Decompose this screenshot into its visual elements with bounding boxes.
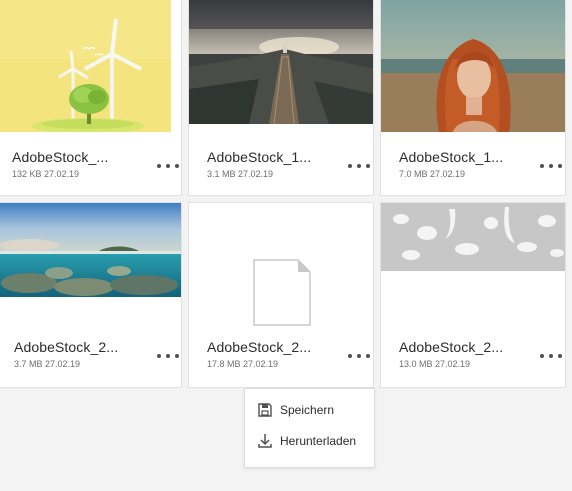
coastal-path-lighthouse-photo (189, 0, 373, 124)
save-icon (256, 401, 274, 419)
asset-card[interactable]: AdobeStock_1... 3.1 MB 27.02.19 (188, 0, 374, 196)
menu-item-save[interactable]: Speichern (245, 396, 374, 424)
asset-name[interactable]: AdobeStock_2... (207, 339, 311, 355)
generic-file-icon (253, 259, 311, 326)
red-haired-woman-portrait (381, 0, 565, 132)
asset-card[interactable]: AdobeStock_2... 13.0 MB 27.02.19 (380, 202, 566, 388)
coral-reef-panorama (0, 203, 181, 297)
milk-splash-set (381, 203, 565, 271)
asset-meta: 7.0 MB 27.02.19 (399, 169, 466, 179)
asset-thumbnail[interactable] (189, 203, 373, 328)
asset-meta: 17.8 MB 27.02.19 (207, 359, 279, 369)
more-options-icon[interactable] (157, 160, 179, 172)
wind-turbines-tree-illustration (0, 0, 181, 132)
asset-meta: 132 KB 27.02.19 (12, 169, 80, 179)
asset-name[interactable]: AdobeStock_... (12, 149, 108, 165)
more-options-icon[interactable] (348, 350, 370, 362)
asset-meta: 3.1 MB 27.02.19 (207, 169, 274, 179)
menu-item-download[interactable]: Herunterladen (245, 427, 374, 455)
asset-card[interactable]: AdobeStock_2... 17.8 MB 27.02.19 (188, 202, 374, 388)
download-icon (256, 432, 274, 450)
asset-name[interactable]: AdobeStock_1... (399, 149, 503, 165)
asset-thumbnail[interactable] (381, 203, 565, 271)
menu-item-label: Speichern (280, 403, 335, 417)
context-menu: Speichern Herunterladen (244, 388, 375, 468)
more-options-icon[interactable] (348, 160, 370, 172)
asset-card[interactable]: AdobeStock_1... 7.0 MB 27.02.19 (380, 0, 566, 196)
more-options-icon[interactable] (157, 350, 179, 362)
asset-thumbnail[interactable] (0, 203, 181, 297)
asset-name[interactable]: AdobeStock_1... (207, 149, 311, 165)
asset-name[interactable]: AdobeStock_2... (399, 339, 503, 355)
asset-meta: 13.0 MB 27.02.19 (399, 359, 471, 369)
asset-thumbnail[interactable] (189, 0, 373, 124)
asset-thumbnail[interactable] (0, 0, 181, 132)
asset-thumbnail[interactable] (381, 0, 565, 132)
asset-card[interactable]: AdobeStock_... 132 KB 27.02.19 (0, 0, 182, 196)
more-options-icon[interactable] (540, 350, 562, 362)
asset-name[interactable]: AdobeStock_2... (14, 339, 118, 355)
asset-meta: 3.7 MB 27.02.19 (14, 359, 81, 369)
more-options-icon[interactable] (540, 160, 562, 172)
menu-item-label: Herunterladen (280, 434, 357, 448)
asset-card[interactable]: AdobeStock_2... 3.7 MB 27.02.19 (0, 202, 182, 388)
